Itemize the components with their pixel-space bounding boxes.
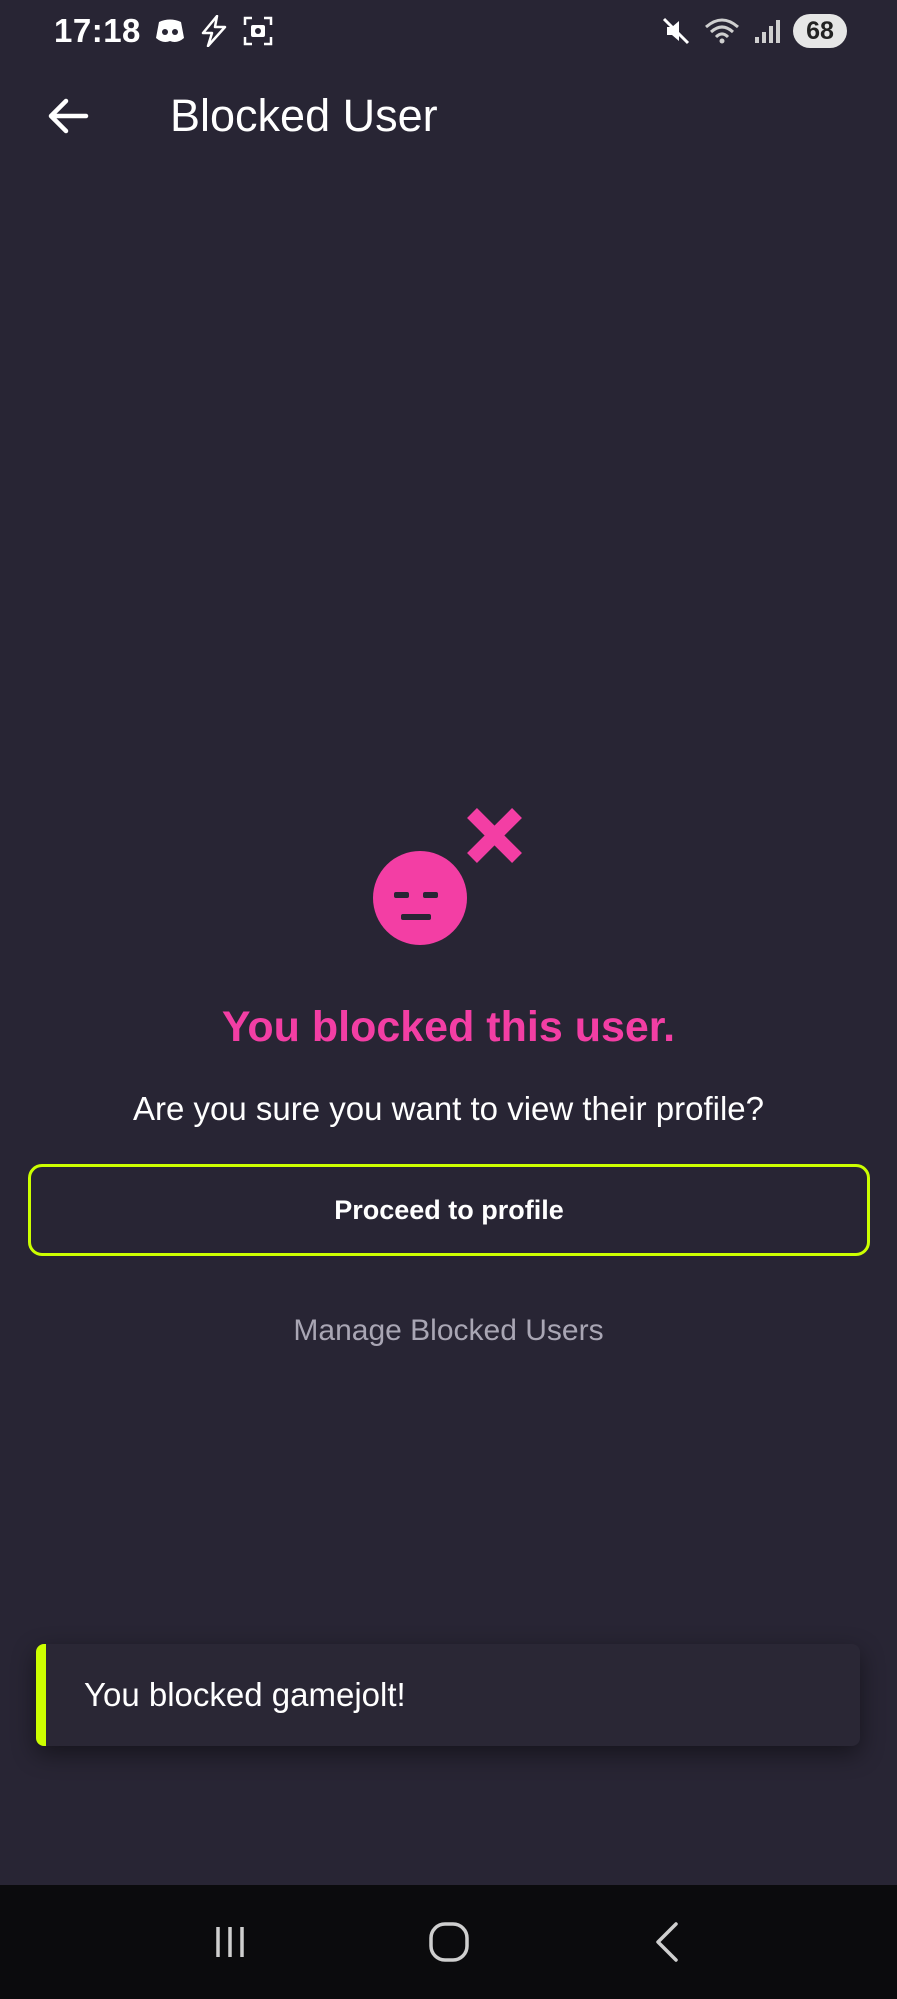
blocked-heading: You blocked this user. bbox=[221, 1003, 676, 1051]
screenshot-icon bbox=[243, 16, 273, 46]
toast-accent bbox=[36, 1644, 46, 1746]
wifi-icon bbox=[703, 16, 741, 46]
status-left: 17:18 bbox=[54, 12, 273, 50]
navigation-bar bbox=[0, 1885, 897, 1999]
recents-button[interactable] bbox=[185, 1902, 275, 1982]
mute-icon bbox=[661, 16, 691, 46]
toast-message: You blocked gamejolt! bbox=[84, 1676, 406, 1713]
blocked-face-icon bbox=[370, 808, 530, 948]
status-bar: 17:18 68 bbox=[0, 0, 897, 62]
page-title: Blocked User bbox=[170, 90, 438, 141]
confirm-question: Are you sure you want to view their prof… bbox=[133, 1090, 764, 1127]
recents-icon bbox=[215, 1927, 244, 1957]
back-button[interactable] bbox=[40, 88, 96, 144]
signal-icon bbox=[753, 17, 781, 45]
bolt-icon bbox=[199, 15, 229, 47]
home-icon bbox=[428, 1922, 469, 1962]
battery-level: 68 bbox=[793, 14, 847, 48]
screen: 17:18 68 Blocked User You blocked this u… bbox=[0, 0, 897, 1999]
status-right: 68 bbox=[661, 14, 847, 48]
proceed-to-profile-button[interactable]: Proceed to profile bbox=[28, 1164, 870, 1256]
toast: You blocked gamejolt! bbox=[36, 1644, 860, 1746]
back-chevron-icon bbox=[655, 1922, 678, 1962]
status-time: 17:18 bbox=[54, 12, 141, 49]
home-button[interactable] bbox=[404, 1902, 494, 1982]
system-back-button[interactable] bbox=[623, 1902, 713, 1982]
arrow-left-icon bbox=[48, 98, 89, 134]
manage-blocked-users-link[interactable]: Manage Blocked Users bbox=[0, 1314, 897, 1348]
app-bar: Blocked User bbox=[0, 62, 897, 180]
discord-icon bbox=[155, 18, 185, 44]
